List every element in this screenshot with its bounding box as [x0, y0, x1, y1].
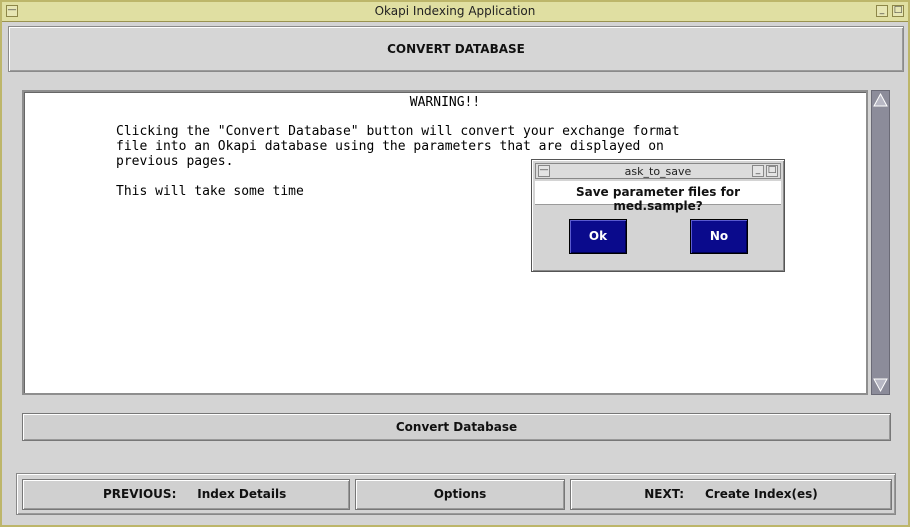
- no-button[interactable]: No: [690, 219, 748, 254]
- options-button[interactable]: Options: [355, 479, 565, 510]
- next-button[interactable]: NEXT: Create Index(es): [570, 479, 892, 510]
- previous-button[interactable]: PREVIOUS: Index Details: [22, 479, 350, 510]
- warning-note: This will take some time: [116, 184, 304, 199]
- dialog-minimize-icon[interactable]: _: [752, 165, 764, 177]
- scroll-down-arrow-icon[interactable]: [873, 377, 888, 393]
- main-window: — Okapi Indexing Application _ □ CONVERT…: [0, 0, 910, 527]
- navigation-bar: PREVIOUS: Index Details Options NEXT: Cr…: [16, 473, 896, 515]
- dialog-title: ask_to_save: [624, 165, 692, 178]
- warning-heading: WARNING!!: [409, 95, 481, 110]
- vertical-scrollbar[interactable]: [871, 90, 890, 395]
- ask-to-save-dialog: — ask_to_save _ □ Save parameter files f…: [531, 159, 785, 272]
- maximize-icon[interactable]: □: [892, 5, 904, 17]
- dialog-message-area: Save parameter files for med.sample?: [535, 181, 781, 213]
- dialog-title-bar[interactable]: — ask_to_save _ □: [535, 163, 781, 179]
- title-bar[interactable]: — Okapi Indexing Application _ □: [2, 2, 908, 22]
- dialog-message: Save parameter files for med.sample?: [575, 185, 741, 213]
- scroll-up-arrow-icon[interactable]: [873, 92, 888, 108]
- convert-database-button[interactable]: Convert Database: [22, 413, 891, 441]
- dialog-maximize-icon[interactable]: □: [766, 165, 778, 177]
- page-title: CONVERT DATABASE: [387, 42, 525, 56]
- ok-button[interactable]: Ok: [569, 219, 627, 254]
- header-panel: CONVERT DATABASE: [8, 26, 904, 72]
- minimize-icon[interactable]: _: [876, 5, 888, 17]
- window-title: Okapi Indexing Application: [374, 4, 536, 18]
